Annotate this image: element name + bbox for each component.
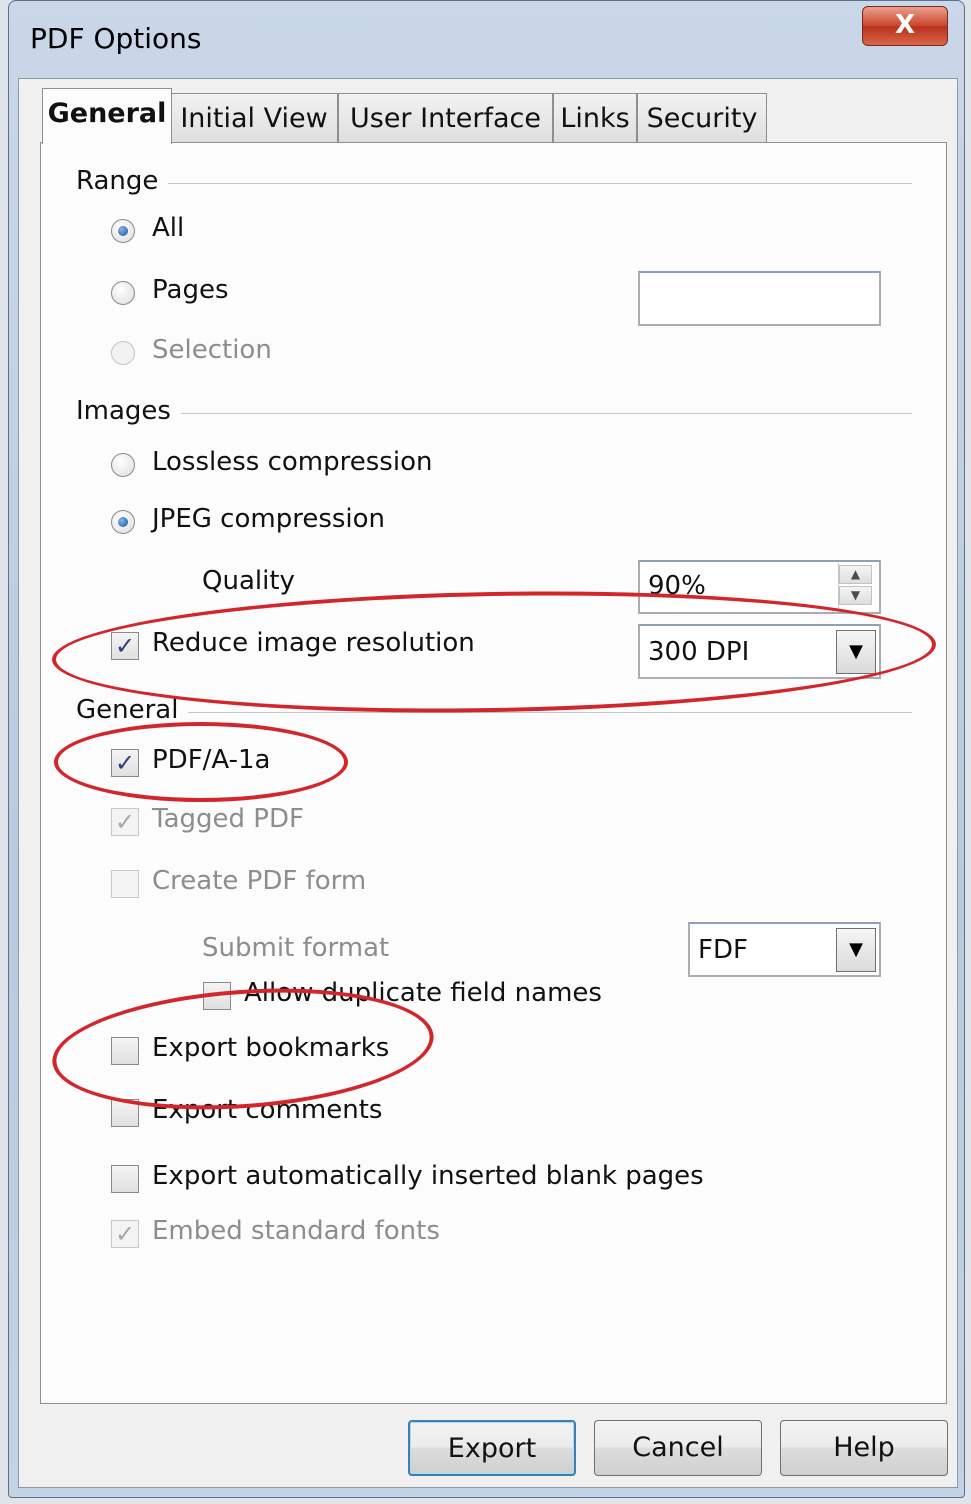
range-all-radio[interactable] [111, 219, 135, 243]
pdfa-checkbox[interactable]: ✓ [111, 749, 139, 777]
pdfa-label[interactable]: PDF/A-1a [152, 745, 271, 775]
check-icon: ✓ [114, 808, 136, 836]
submit-format-value: FDF [698, 935, 748, 965]
general-heading: General [76, 695, 189, 725]
range-heading: Range [76, 166, 169, 196]
chevron-down-icon: ▼ [849, 939, 863, 960]
images-heading: Images [76, 396, 181, 426]
spin-down-icon[interactable]: ▼ [839, 586, 872, 605]
export-bookmarks-label[interactable]: Export bookmarks [152, 1033, 389, 1063]
jpeg-radio[interactable] [111, 510, 135, 534]
cancel-button[interactable]: Cancel [594, 1420, 762, 1476]
create-form-label: Create PDF form [152, 866, 367, 896]
spin-up-icon[interactable]: ▲ [839, 565, 872, 584]
range-selection-label: Selection [152, 335, 272, 365]
range-pages-radio[interactable] [111, 281, 135, 305]
embed-fonts-label: Embed standard fonts [152, 1216, 440, 1246]
close-icon: X [894, 10, 916, 40]
check-icon: ✓ [114, 1220, 136, 1248]
quality-spinner[interactable]: ▲ ▼ [838, 563, 872, 609]
radio-selected-dot [118, 226, 128, 236]
radio-selected-dot [118, 517, 128, 527]
resolution-value: 300 DPI [648, 637, 750, 667]
tagged-pdf-checkbox: ✓ [111, 808, 139, 836]
duplicate-fields-label[interactable]: Allow duplicate field names [244, 978, 602, 1008]
general-group-line [80, 712, 912, 713]
tab-security[interactable]: Security [637, 93, 767, 143]
images-group-line [80, 413, 912, 414]
blank-pages-checkbox[interactable] [111, 1165, 139, 1193]
range-pages-label[interactable]: Pages [152, 275, 229, 305]
blank-pages-label[interactable]: Export automatically inserted blank page… [152, 1161, 704, 1191]
reduce-resolution-checkbox[interactable]: ✓ [111, 632, 139, 660]
range-all-label[interactable]: All [152, 213, 184, 243]
lossless-label[interactable]: Lossless compression [152, 447, 432, 477]
pages-input[interactable] [638, 271, 881, 326]
quality-value: 90% [648, 571, 706, 601]
embed-fonts-checkbox: ✓ [111, 1220, 139, 1248]
range-selection-radio [111, 341, 135, 365]
tab-user-interface[interactable]: User Interface [338, 93, 553, 143]
help-button[interactable]: Help [780, 1420, 948, 1476]
quality-label: Quality [202, 566, 295, 596]
export-bookmarks-checkbox[interactable] [111, 1037, 139, 1065]
create-form-checkbox [111, 870, 139, 898]
export-comments-checkbox[interactable] [111, 1099, 139, 1127]
export-comments-label[interactable]: Export comments [152, 1095, 382, 1125]
tab-initial-view[interactable]: Initial View [170, 93, 338, 143]
check-icon: ✓ [114, 749, 136, 777]
export-button[interactable]: Export [408, 1420, 576, 1476]
submit-format-label: Submit format [202, 933, 390, 963]
jpeg-label[interactable]: JPEG compression [152, 504, 385, 534]
tab-links[interactable]: Links [553, 93, 637, 143]
lossless-radio[interactable] [111, 453, 135, 477]
duplicate-fields-checkbox[interactable] [203, 982, 231, 1010]
dialog-title: PDF Options [30, 22, 202, 55]
tagged-pdf-label: Tagged PDF [152, 804, 304, 834]
chevron-down-icon: ▼ [849, 641, 863, 662]
submit-format-dropdown-button[interactable]: ▼ [836, 928, 876, 972]
close-button[interactable]: X [862, 6, 948, 46]
tab-general[interactable]: General [42, 88, 172, 144]
resolution-dropdown-button[interactable]: ▼ [836, 630, 876, 674]
range-group-line [80, 183, 912, 184]
check-icon: ✓ [114, 632, 136, 660]
reduce-resolution-label[interactable]: Reduce image resolution [152, 628, 475, 658]
